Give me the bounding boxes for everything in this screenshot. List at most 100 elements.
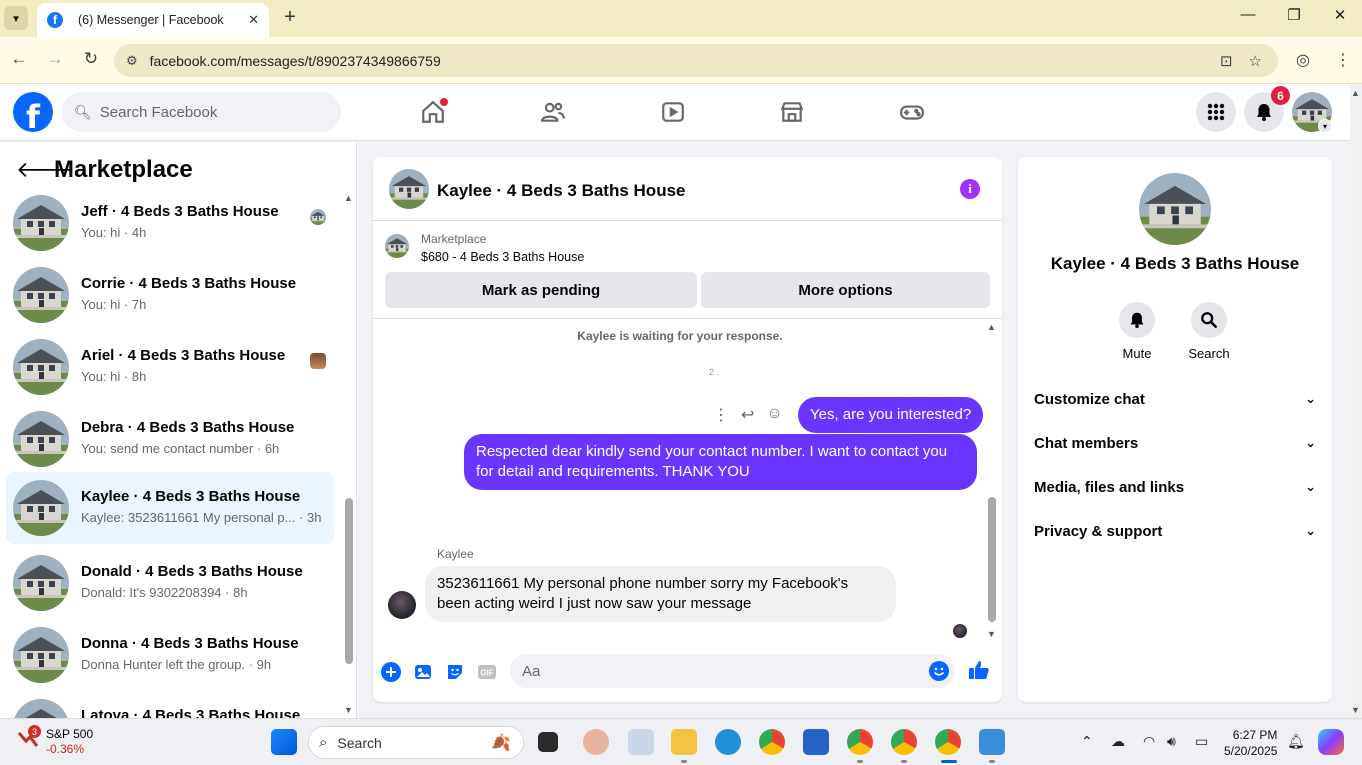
microsoft-store-icon[interactable] (803, 729, 829, 755)
emoji-icon[interactable] (927, 659, 951, 683)
info-icon[interactable]: i (960, 179, 980, 199)
more-options-button[interactable]: More options (701, 272, 990, 308)
photo-icon[interactable] (411, 660, 435, 684)
wifi-icon[interactable]: ◠ (1143, 733, 1155, 750)
chat-scroll-down-icon[interactable]: ▼ (987, 629, 996, 639)
forward-button[interactable]: → (44, 49, 66, 69)
stock-widget[interactable]: 3 S&P 500 -0.36% (16, 725, 93, 757)
chrome-profile-icon[interactable] (891, 729, 917, 755)
home-icon[interactable] (413, 96, 453, 128)
profile-icon[interactable]: ◎ (1296, 50, 1310, 70)
address-bar[interactable]: ⚙ facebook.com/messages/t/89023743498667… (114, 44, 1278, 77)
new-tab-button[interactable]: + (279, 6, 301, 29)
bookmark-star-icon[interactable]: ☆ (1249, 52, 1262, 70)
marketplace-icon[interactable] (772, 96, 812, 128)
windows-start-icon[interactable] (271, 729, 297, 755)
incoming-message[interactable]: 3523611661 My personal phone number sorr… (425, 566, 896, 622)
browser-menu-icon[interactable]: ⋮ (1335, 50, 1351, 70)
conversation-item[interactable]: Jeff · 4 Beds 3 Baths House You: hi · 4h (6, 187, 334, 259)
conversation-item[interactable]: Latova · 4 Beds 3 Baths House (6, 691, 334, 718)
customize-chat-section[interactable]: Customize chat ⌄ (1034, 377, 1316, 421)
chevron-down-icon: ⌄ (1305, 435, 1316, 450)
marketplace-listing-bar: Marketplace $680 - 4 Beds 3 Baths House … (373, 222, 1002, 319)
system-clock[interactable]: 6:27 PM 5/20/2025 (1224, 727, 1277, 759)
facebook-search-box[interactable]: 🔍︎ (62, 92, 341, 132)
volume-icon[interactable]: 🔊︎ (1167, 733, 1176, 750)
tab-search-button[interactable]: ▾ (4, 6, 28, 30)
reply-icon[interactable]: ↩ (741, 405, 754, 425)
battery-icon[interactable]: ▭ (1195, 733, 1208, 750)
back-arrow-icon[interactable]: 🡐 (16, 157, 75, 183)
conversation-item[interactable]: Donald · 4 Beds 3 Baths House Donald: It… (6, 547, 334, 619)
friends-icon[interactable] (533, 96, 573, 128)
menu-grid-button[interactable] (1196, 92, 1236, 132)
show-hidden-icons[interactable]: ⌃ (1081, 733, 1093, 750)
taskbar-search-box[interactable]: ⌕ Search 🍂 (308, 726, 524, 759)
task-view-icon[interactable] (538, 732, 558, 752)
facebook-search-input[interactable] (99, 103, 320, 121)
snipping-tool-icon[interactable] (628, 729, 654, 755)
chrome-active-icon[interactable] (935, 729, 961, 755)
search-in-conversation-button[interactable]: Search (1181, 302, 1237, 361)
browser-tab-messenger[interactable]: f (6) Messenger | Facebook ✕ (37, 3, 269, 37)
privacy-support-section[interactable]: Privacy & support ⌄ (1034, 509, 1316, 553)
sidebar-scroll-up-icon[interactable]: ▲ (344, 193, 353, 203)
copilot-icon[interactable] (1318, 729, 1344, 755)
outgoing-message[interactable]: Yes, are you interested? (798, 397, 984, 433)
site-info-icon[interactable]: ⚙ (126, 53, 138, 69)
listing-thumbnail[interactable] (385, 234, 409, 258)
conversation-item[interactable]: Corrie · 4 Beds 3 Baths House You: hi · … (6, 259, 334, 331)
gif-icon[interactable]: GIF (475, 660, 499, 684)
notifications-button[interactable]: 6 (1244, 86, 1290, 132)
conversation-info-avatar[interactable] (1139, 173, 1211, 245)
chat-members-section[interactable]: Chat members ⌄ (1034, 421, 1316, 465)
marketplace-label: Marketplace (421, 232, 487, 246)
close-tab-icon[interactable]: ✕ (248, 12, 259, 28)
chevron-down-icon[interactable]: ▾ (1318, 119, 1332, 133)
page-scrollbar[interactable] (1350, 84, 1362, 718)
onedrive-icon[interactable]: ☁ (1111, 733, 1125, 750)
mute-button[interactable]: Mute (1109, 302, 1165, 361)
chat-title[interactable]: Kaylee · 4 Beds 3 Baths House (437, 181, 685, 201)
media-files-links-section[interactable]: Media, files and links ⌄ (1034, 465, 1316, 509)
chrome-icon[interactable] (759, 729, 785, 755)
add-attachment-icon[interactable] (379, 660, 403, 684)
photos-app-icon[interactable] (979, 729, 1005, 755)
close-window-button[interactable]: ✕ (1328, 6, 1352, 24)
thumbs-up-icon[interactable] (967, 658, 991, 682)
conversation-item[interactable]: Donna · 4 Beds 3 Baths House Donna Hunte… (6, 619, 334, 691)
mark-as-pending-button[interactable]: Mark as pending (385, 272, 697, 308)
outgoing-message[interactable]: Respected dear kindly send your contact … (464, 434, 977, 490)
back-button[interactable]: ← (8, 49, 30, 69)
sidebar-scroll-down-icon[interactable]: ▼ (344, 705, 353, 715)
conversation-item[interactable]: Debra · 4 Beds 3 Baths House You: send m… (6, 403, 334, 475)
listing-title[interactable]: $680 - 4 Beds 3 Baths House (421, 250, 584, 264)
conversation-item[interactable]: Ariel · 4 Beds 3 Baths House You: hi · 8… (6, 331, 334, 403)
more-options-icon[interactable]: ⋮ (713, 405, 729, 425)
facebook-logo-icon[interactable]: f (13, 92, 53, 132)
reload-button[interactable]: ↻ (80, 49, 102, 69)
notification-bell-icon[interactable]: 🔔︎ (1287, 733, 1305, 750)
sidebar-scrollbar-thumb[interactable] (345, 498, 353, 664)
chat-scrollbar-thumb[interactable] (988, 497, 996, 622)
sticker-icon[interactable] (443, 660, 467, 684)
minimize-window-button[interactable]: — (1236, 6, 1260, 23)
message-input[interactable] (522, 662, 902, 680)
message-input-box[interactable] (510, 654, 955, 688)
app-icon[interactable] (583, 729, 609, 755)
edge-browser-icon[interactable] (715, 729, 741, 755)
chat-scroll-up-icon[interactable]: ▲ (987, 322, 996, 332)
react-emoji-icon[interactable]: ☺ (766, 405, 782, 425)
page-scroll-down-icon[interactable]: ▼ (1351, 705, 1360, 715)
install-app-icon[interactable]: ⊡ (1220, 52, 1233, 70)
file-explorer-icon[interactable] (671, 729, 697, 755)
restore-window-button[interactable]: ❐ (1282, 6, 1306, 24)
chrome-profile-icon[interactable] (847, 729, 873, 755)
video-icon[interactable] (653, 96, 693, 128)
gaming-icon[interactable] (892, 96, 932, 128)
page-scroll-up-icon[interactable]: ▲ (1351, 88, 1360, 98)
chat-avatar[interactable] (389, 169, 429, 209)
sender-avatar[interactable] (388, 591, 416, 619)
conversation-item-active[interactable]: Kaylee · 4 Beds 3 Baths House Kaylee: 35… (6, 472, 334, 544)
url-text[interactable]: facebook.com/messages/t/8902374349866759 (150, 53, 1220, 69)
